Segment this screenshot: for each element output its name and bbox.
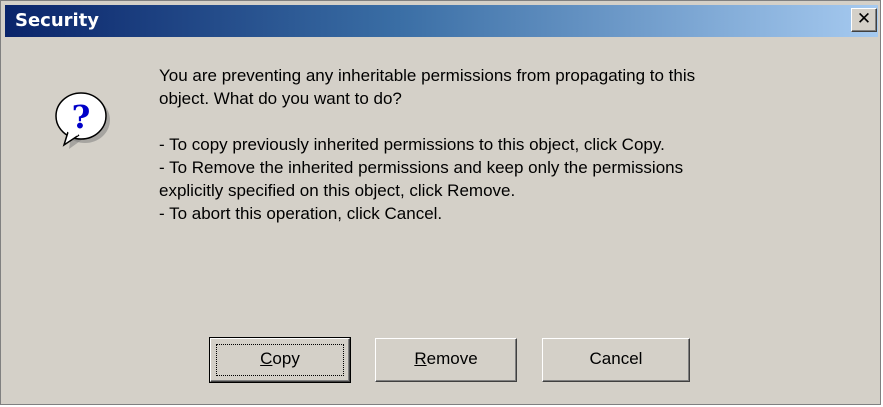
window-title: Security [15, 10, 100, 31]
message-line: object. What do you want to do? [159, 89, 402, 108]
message-text: You are preventing any inheritable permi… [159, 64, 859, 225]
copy-button-label: Copy [260, 349, 300, 368]
cancel-button-label: Cancel [589, 349, 643, 368]
message-line: explicitly specified on this object, cli… [159, 181, 516, 200]
security-dialog: Security ✕ ? You are preventing any inhe… [0, 0, 881, 405]
copy-button[interactable]: Copy [209, 337, 351, 383]
message-line: You are preventing any inheritable permi… [159, 66, 696, 85]
remove-button[interactable]: Remove [375, 338, 517, 382]
remove-button-label: Remove [414, 349, 478, 368]
close-icon: ✕ [856, 9, 872, 29]
question-icon: ? [55, 92, 110, 149]
message-line: - To abort this operation, click Cancel. [159, 204, 443, 223]
cancel-button[interactable]: Cancel [542, 338, 690, 382]
close-button[interactable]: ✕ [851, 8, 877, 32]
message-line: - To Remove the inherited permissions an… [159, 158, 684, 177]
question-mark: ? [72, 98, 91, 136]
title-bar[interactable]: Security ✕ [5, 5, 878, 37]
message-line: - To copy previously inherited permissio… [159, 135, 665, 154]
